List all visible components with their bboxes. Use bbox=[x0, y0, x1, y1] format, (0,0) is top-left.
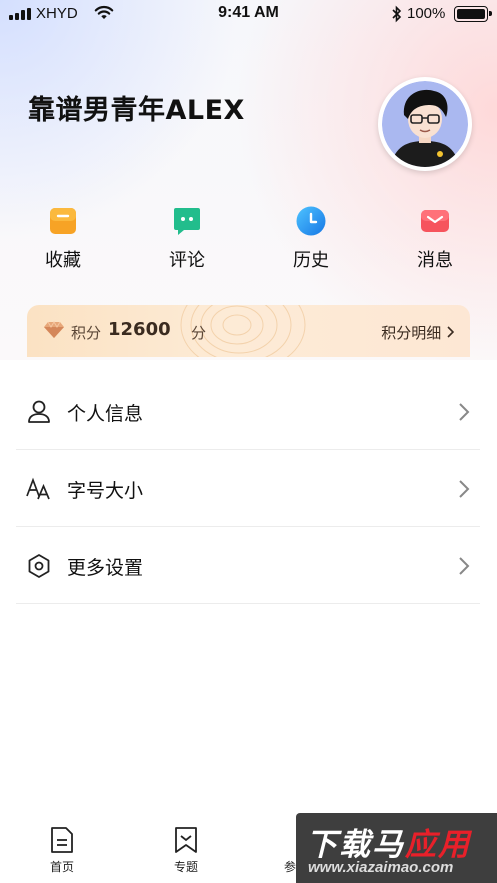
points-unit: 分 bbox=[191, 324, 207, 342]
tab-topics[interactable]: 专题 bbox=[156, 826, 216, 875]
settings-hexagon-icon bbox=[26, 553, 52, 579]
comment-icon bbox=[172, 206, 202, 236]
home-document-icon bbox=[49, 826, 75, 854]
watermark-logo: 下载马应用 www.xiazaimao.com bbox=[296, 813, 497, 883]
menu-item-label: 字号大小 bbox=[67, 480, 144, 502]
quick-action-messages[interactable]: 消息 bbox=[390, 206, 480, 272]
topic-bookmark-icon bbox=[173, 826, 199, 854]
menu-item-label: 更多设置 bbox=[67, 557, 144, 579]
points-card[interactable]: 积分 12600 分 积分明细 bbox=[27, 305, 470, 357]
tab-label: 专题 bbox=[173, 860, 198, 874]
avatar-illustration-icon bbox=[382, 81, 468, 167]
watermark-url: www.xiazaimao.com bbox=[308, 859, 454, 876]
watermark-title: 下载马应用 bbox=[306, 827, 471, 863]
quick-action-label: 评论 bbox=[169, 250, 205, 271]
points-detail-label: 积分明细 bbox=[381, 324, 442, 342]
chevron-right-icon bbox=[458, 479, 470, 503]
menu-item-font-size[interactable]: 字号大小 bbox=[16, 450, 480, 527]
quick-action-history[interactable]: 历史 bbox=[266, 206, 356, 272]
quick-action-label: 消息 bbox=[417, 250, 453, 271]
points-detail-link[interactable]: 积分明细 bbox=[381, 322, 455, 343]
battery-percent: 100% bbox=[407, 5, 446, 22]
tab-label: 首页 bbox=[49, 860, 74, 874]
quick-action-label: 收藏 bbox=[45, 250, 81, 271]
points-value: 12600 bbox=[108, 319, 171, 340]
points-label: 积分 bbox=[71, 324, 102, 342]
user-icon bbox=[26, 399, 52, 425]
quick-action-comments[interactable]: 评论 bbox=[142, 206, 232, 272]
menu-item-more-settings[interactable]: 更多设置 bbox=[16, 527, 480, 604]
quick-action-favorites[interactable]: 收藏 bbox=[18, 206, 108, 272]
chevron-right-icon bbox=[447, 326, 455, 338]
tab-home[interactable]: 首页 bbox=[32, 826, 92, 875]
username: 靠谱男青年ALEX bbox=[28, 95, 245, 126]
status-bar: XHYD 9:41 AM 100% bbox=[0, 0, 497, 28]
menu-item-label: 个人信息 bbox=[67, 403, 144, 425]
battery-icon bbox=[454, 6, 492, 22]
bluetooth-icon bbox=[391, 5, 403, 27]
menu-item-profile-info[interactable]: 个人信息 bbox=[16, 373, 480, 450]
diamond-icon bbox=[43, 321, 65, 343]
quick-action-label: 历史 bbox=[293, 250, 329, 271]
clock-icon bbox=[296, 206, 326, 236]
chevron-right-icon bbox=[458, 402, 470, 426]
bookmark-icon bbox=[48, 206, 78, 236]
mail-icon bbox=[420, 206, 450, 236]
font-size-icon bbox=[26, 476, 52, 502]
chevron-right-icon bbox=[458, 556, 470, 580]
avatar[interactable] bbox=[378, 77, 472, 171]
